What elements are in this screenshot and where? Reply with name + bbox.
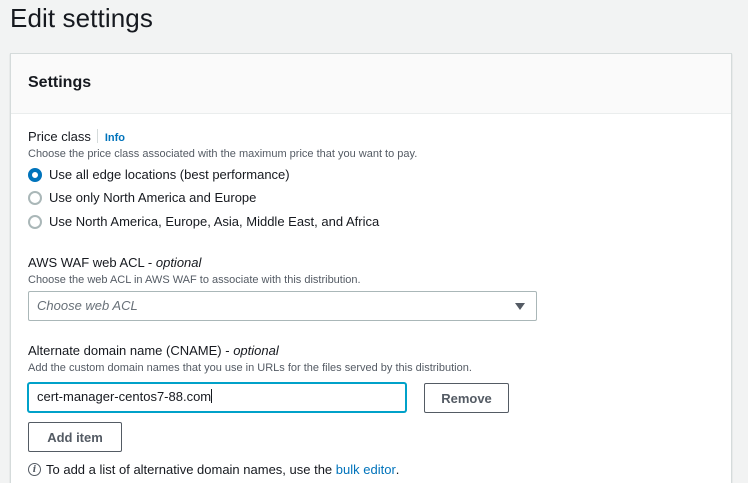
caret-down-icon [515, 303, 525, 310]
bulk-editor-hint: i To add a list of alternative domain na… [28, 462, 399, 477]
hint-text: To add a list of alternative domain name… [46, 462, 333, 477]
price-class-option-na-eu-asia[interactable]: Use North America, Europe, Asia, Middle … [28, 214, 379, 229]
cname-label: Alternate domain name (CNAME) - optional [28, 343, 279, 358]
hint-end: . [395, 462, 400, 477]
optional-tag: optional [155, 255, 202, 270]
remove-button[interactable]: Remove [424, 383, 509, 413]
price-class-option-na-europe[interactable]: Use only North America and Europe [28, 190, 256, 205]
radio-button[interactable] [28, 190, 42, 205]
page-title: Edit settings [10, 3, 153, 33]
radio-label: Use North America, Europe, Asia, Middle … [49, 214, 380, 229]
add-item-button[interactable]: Add item [28, 422, 122, 452]
bulk-editor-link[interactable]: bulk editor [336, 462, 396, 477]
price-class-label-text: Price class [28, 129, 91, 144]
waf-description: Choose the web ACL in AWS WAF to associa… [28, 274, 361, 286]
radio-label: Use all edge locations (best performance… [49, 167, 290, 182]
info-divider [96, 129, 98, 143]
cname-input[interactable]: cert-manager-centos7-88.com [28, 383, 406, 412]
panel-title: Settings [28, 74, 92, 91]
price-class-option-all[interactable]: Use all edge locations (best performance… [28, 167, 290, 182]
panel-header: Settings [11, 54, 731, 114]
cname-description: Add the custom domain names that you use… [28, 362, 472, 374]
cname-label-text: Alternate domain name (CNAME) - [28, 343, 234, 358]
waf-label-text: AWS WAF web ACL - [28, 255, 156, 270]
price-class-description: Choose the price class associated with t… [28, 148, 418, 160]
optional-tag: optional [233, 343, 279, 358]
web-acl-select[interactable]: Choose web ACL [28, 291, 537, 321]
price-class-label: Price class Info [28, 129, 125, 144]
info-link[interactable]: Info [105, 132, 125, 144]
cname-input-value: cert-manager-centos7-88.com [37, 389, 212, 404]
settings-panel: Settings Price class Info Choose the pric… [10, 53, 732, 483]
info-icon: i [28, 463, 41, 476]
radio-label: Use only North America and Europe [49, 190, 257, 205]
waf-label: AWS WAF web ACL - optional [28, 255, 201, 270]
text-cursor [211, 389, 213, 403]
radio-button-checked[interactable] [28, 167, 42, 182]
select-placeholder: Choose web ACL [37, 298, 138, 313]
radio-button[interactable] [28, 214, 42, 229]
